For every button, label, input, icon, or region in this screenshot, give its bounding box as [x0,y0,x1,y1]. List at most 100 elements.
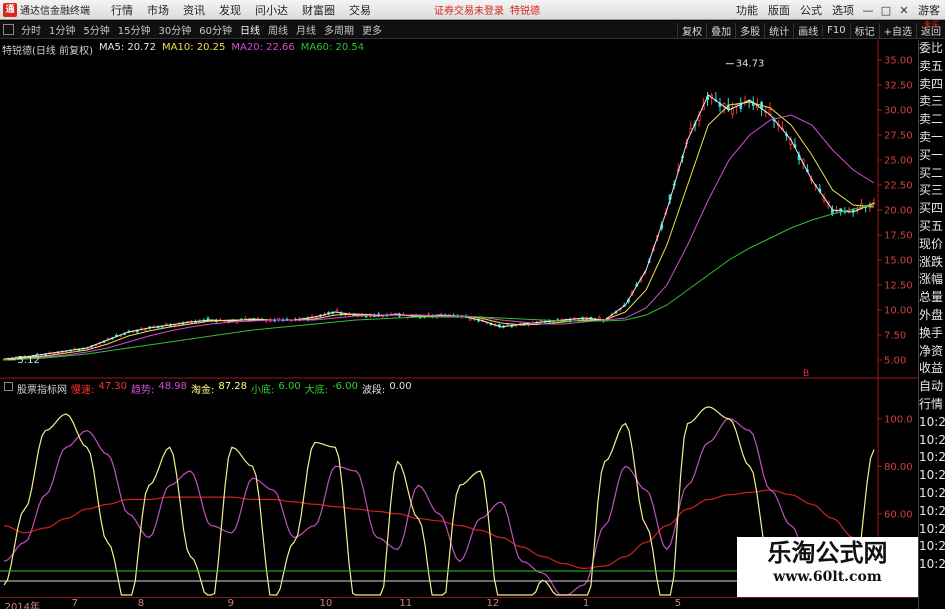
y-tick-label: 22.50 [884,181,913,192]
indicator-name[interactable]: 股票指标网 [17,381,67,396]
side-panel-item[interactable]: 涨跌 [919,254,945,272]
current-stock-name: 特锐德 [510,6,540,17]
app-title: 通达信金融终端 [20,6,90,17]
login-notice[interactable]: 证券交易未登录 [434,2,504,17]
side-panel-item[interactable]: 自动 [919,378,945,396]
side-panel-item[interactable]: 10:26 [919,467,945,485]
ma10-value: MA10: 20.25 [162,42,226,53]
restore-rights-button[interactable]: 复权 [677,22,706,38]
side-panel-item[interactable]: 买五 [919,218,945,236]
y-tick-label: 32.50 [884,81,913,92]
menu-formula[interactable]: 公式 [795,2,827,18]
watermark-url: www.60lt.com [773,569,882,585]
maximize-icon[interactable]: □ [877,4,895,17]
side-panel-item[interactable]: 换手 [919,325,945,343]
menu-wealth[interactable]: 财富圈 [295,2,342,18]
tab-period-more[interactable]: 更多 [358,22,386,37]
side-panel-item[interactable]: 买二 [919,165,945,183]
chart-background [0,40,918,597]
tab-period-daily[interactable]: 日线 [236,22,264,37]
y-tick-label: 27.50 [884,131,913,142]
minimize-icon[interactable]: — [859,4,877,17]
tab-period-monthly[interactable]: 月线 [292,22,320,37]
legend-trend-value: 48.98 [158,381,188,392]
close-icon[interactable]: ✕ [895,4,913,17]
guest-label[interactable]: 游客 [913,2,945,18]
side-panel-item[interactable]: 10:26 [919,432,945,450]
legend-band-value: 0.00 [389,381,412,392]
tab-period-5min[interactable]: 5分钟 [79,22,113,37]
period-toolbar: 分时 1分钟 5分钟 15分钟 30分钟 60分钟 日线 周线 月线 多周期 更… [0,21,945,39]
f10-button[interactable]: F10 [822,24,849,36]
menu-functions[interactable]: 功能 [731,2,763,18]
mark-button[interactable]: 标记 [849,22,879,38]
menu-discover[interactable]: 发现 [212,2,248,18]
side-panel-item[interactable]: 行情 [919,396,945,414]
statistics-button[interactable]: 统计 [764,22,793,38]
panel-toggle-icon[interactable] [3,24,14,35]
side-panel-item[interactable]: 卖五 [919,58,945,76]
ma60-value: MA60: 20.54 [300,42,365,53]
buy-marker: B [803,369,810,379]
side-panel-item[interactable]: 10:26 [919,538,945,556]
date-tick-label: 11 [399,598,413,609]
side-panel-item[interactable]: 买三 [919,182,945,200]
side-panel-item[interactable]: 10:26 [919,503,945,521]
side-panel-item[interactable]: 卖三 [919,93,945,111]
tab-period-1min[interactable]: 1分钟 [45,22,79,37]
tab-period-multi[interactable]: 多周期 [320,22,358,37]
menu-ask[interactable]: 问小达 [248,2,295,18]
multi-stock-button[interactable]: 多股 [735,22,764,38]
y-tick-label: 5.00 [884,356,906,367]
menu-layout[interactable]: 版面 [763,2,795,18]
side-panel-item[interactable]: 10:26 [919,556,945,574]
side-panel-item[interactable]: 卖二 [919,111,945,129]
y-tick-label: 25.00 [884,156,913,167]
legend-gold-value: 87.28 [218,381,248,392]
side-panel-item[interactable]: 卖一 [919,129,945,147]
menu-options[interactable]: 选项 [827,2,859,18]
menu-news[interactable]: 资讯 [176,2,212,18]
overlay-button[interactable]: 叠加 [706,22,735,38]
right-menu: 功能 版面 公式 选项 — □ ✕ 游客 [731,0,945,20]
tab-period-weekly[interactable]: 周线 [264,22,292,37]
menu-market[interactable]: 行情 [104,2,140,18]
date-tick-label: 10 [319,598,333,609]
tab-period-intraday[interactable]: 分时 [17,22,45,37]
date-tick-label: 2014年 [4,602,41,609]
side-panel-item[interactable]: 总量 [919,289,945,307]
side-panel-item[interactable]: 现价 [919,236,945,254]
side-panel-item[interactable]: 10:26 [919,449,945,467]
indicator-legend: 股票指标网 慢速: 47.30 趋势: 48.98 淘金: 87.28 小底: … [2,381,416,396]
side-panel-item[interactable]: 10:26 [919,414,945,432]
main-chart-grid [0,40,918,597]
date-tick-label: 12 [486,598,500,609]
indicator-box-icon[interactable] [4,382,13,391]
side-panel-item[interactable]: 委比 [919,40,945,58]
menu-markets[interactable]: 市场 [140,2,176,18]
y-tick-label: 30.00 [884,106,913,117]
tab-period-60min[interactable]: 60分钟 [195,22,236,37]
tab-period-15min[interactable]: 15分钟 [114,22,155,37]
watermark: 乐淘公式网 www.60lt.com [737,537,918,597]
side-panel-item[interactable]: 卖四 [919,76,945,94]
side-panel-item[interactable]: 10:26 [919,521,945,539]
quote-side-panel: 委比 卖五 卖四 卖三 卖二 卖一 买一 买二 买三 买四 买五 现价 涨跌 涨幅 总量 外盘 换手 净资 收益 自动… [918,40,945,609]
tab-period-30min[interactable]: 30分钟 [154,22,195,37]
legend-gold-label: 淘金: [191,385,215,396]
sub-y-tick-label: 80.00 [884,462,913,473]
chart-area[interactable]: 35.00 32.50 30.00 27.50 25.00 22.50 20.00 17.50… [0,40,918,597]
y-tick-label: 10.00 [884,306,913,317]
side-panel-item[interactable]: 买一 [919,147,945,165]
side-panel-item[interactable]: 买四 [919,200,945,218]
side-panel-item[interactable]: 外盘 [919,307,945,325]
draw-line-button[interactable]: 画线 [793,22,822,38]
side-panel-item[interactable]: 收益 [919,360,945,378]
side-panel-item[interactable]: 涨幅 [919,271,945,289]
stock-chart-name: 特锐德(日线 前复权) [2,46,93,57]
date-tick-label: 8 [137,598,145,609]
side-panel-item[interactable]: 10:26 [919,485,945,503]
add-watchlist-button[interactable]: +自选 [878,22,916,38]
menu-trade[interactable]: 交易 [342,2,378,18]
side-panel-item[interactable]: 净资 [919,343,945,361]
